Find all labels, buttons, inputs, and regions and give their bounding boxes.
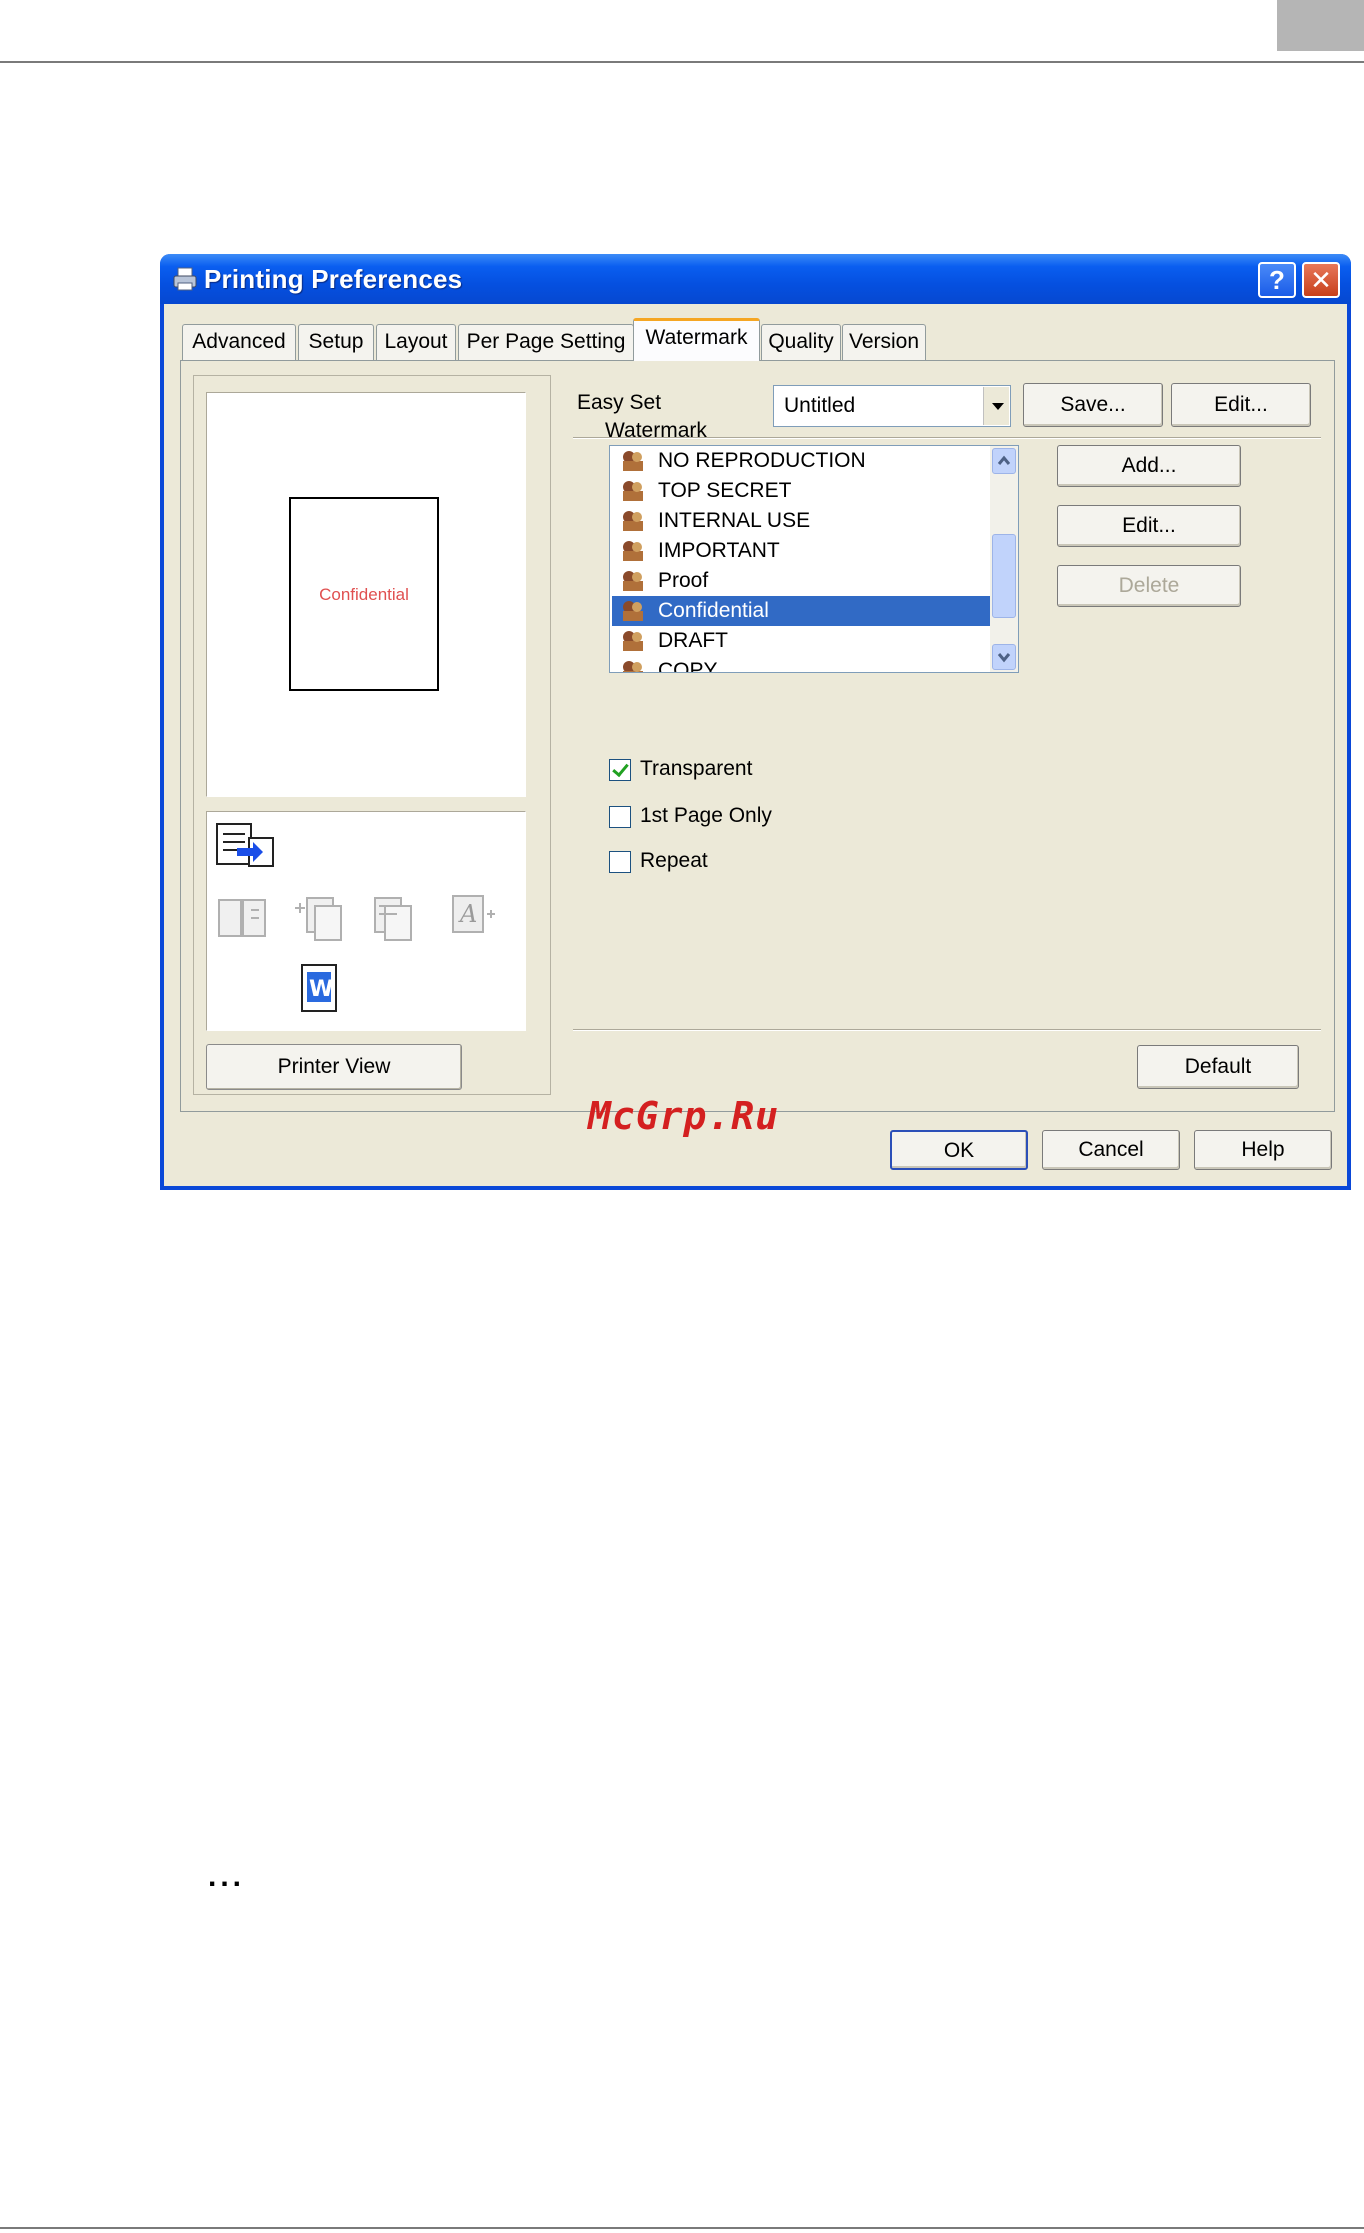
close-icon[interactable]: ✕ — [1302, 262, 1340, 298]
tab-per-page-setting[interactable]: Per Page Setting — [458, 324, 634, 360]
repeat-label: Repeat — [640, 849, 708, 872]
printer-icon — [173, 267, 197, 291]
default-button[interactable]: Default — [1137, 1045, 1299, 1089]
stamp-icon — [623, 541, 643, 561]
list-item[interactable]: IMPORTANT — [612, 536, 990, 566]
page-preview: Confidential — [206, 392, 526, 797]
easy-set-label: Easy Set — [577, 391, 662, 414]
list-item-label: IMPORTANT — [658, 539, 780, 562]
stamp-icon — [623, 631, 643, 651]
list-item-label: Confidential — [658, 599, 769, 622]
preview-watermark-text: Confidential — [319, 585, 409, 604]
list-item[interactable]: Proof — [612, 566, 990, 596]
easy-set-save-button[interactable]: Save... — [1023, 383, 1163, 427]
easy-set-dropdown[interactable]: Untitled — [773, 385, 1011, 427]
list-item[interactable]: INTERNAL USE — [612, 506, 990, 536]
stamp-icon — [623, 481, 643, 501]
list-item[interactable]: DRAFT — [612, 626, 990, 656]
list-item[interactable]: COPY — [612, 656, 990, 673]
list-item-selected[interactable]: Confidential — [612, 596, 990, 626]
list-item-label: DRAFT — [658, 629, 728, 652]
scroll-down-icon[interactable] — [992, 644, 1016, 670]
easy-set-edit-button[interactable]: Edit... — [1171, 383, 1311, 427]
repeat-checkbox[interactable] — [609, 851, 631, 873]
booklet-icon — [218, 899, 266, 937]
list-item[interactable]: NO REPRODUCTION — [612, 446, 990, 476]
stamp-icon — [623, 511, 643, 531]
tab-layout[interactable]: Layout — [376, 324, 456, 360]
watermark-tab-panel: Confidential A W Printer View Easy Set U… — [180, 360, 1335, 1112]
tab-quality[interactable]: Quality — [761, 324, 841, 360]
first-page-only-label: 1st Page Only — [640, 804, 772, 827]
watermark-delete-button[interactable]: Delete — [1057, 565, 1241, 607]
transparent-checkbox[interactable] — [609, 759, 631, 781]
page-insert-icon — [295, 897, 342, 941]
ellipsis-marker: ... — [208, 1860, 246, 1893]
easy-set-selected-value: Untitled — [784, 394, 856, 417]
bottom-rule — [0, 2227, 1364, 2229]
chevron-down-icon — [997, 653, 1011, 663]
scroll-thumb[interactable] — [992, 534, 1016, 618]
tab-watermark[interactable]: Watermark — [633, 318, 760, 361]
vertical-scrollbar[interactable] — [990, 446, 1018, 672]
chevron-down-icon[interactable] — [983, 387, 1009, 425]
title-bar[interactable]: Printing Preferences ? ✕ — [160, 254, 1351, 304]
overlay-a-icon: A — [452, 895, 495, 933]
printing-preferences-dialog: Printing Preferences ? ✕ Advanced Setup … — [160, 254, 1351, 1190]
chevron-up-icon — [997, 455, 1011, 465]
list-item[interactable]: TOP SECRET — [612, 476, 990, 506]
stamp-icon — [623, 571, 643, 591]
printer-view-button[interactable]: Printer View — [206, 1044, 462, 1090]
function-icons-area: A W — [206, 811, 526, 1031]
transparent-label: Transparent — [640, 757, 753, 780]
stamp-icon — [623, 451, 643, 471]
ok-button[interactable]: OK — [890, 1130, 1028, 1170]
list-item-label: COPY — [658, 659, 718, 673]
tab-setup[interactable]: Setup — [298, 324, 374, 360]
list-item-label: INTERNAL USE — [658, 509, 811, 532]
svg-text:A: A — [458, 900, 477, 928]
window-title: Printing Preferences — [204, 264, 463, 294]
tab-version[interactable]: Version — [842, 324, 926, 360]
list-item-label: Proof — [658, 569, 709, 592]
scroll-up-icon[interactable] — [992, 448, 1016, 474]
top-rule — [0, 61, 1364, 63]
site-watermark-logo: McGrp.Ru — [588, 1094, 780, 1138]
preview-group: Confidential A W Printer View — [193, 375, 551, 1095]
printer-output-icon[interactable] — [215, 820, 277, 872]
cancel-button[interactable]: Cancel — [1042, 1130, 1180, 1170]
first-page-only-checkbox[interactable] — [609, 806, 631, 828]
svg-text:W: W — [309, 977, 333, 1002]
corner-tab-block — [1277, 0, 1364, 51]
multi-page-icon — [374, 897, 412, 941]
preview-page: Confidential — [289, 497, 439, 691]
stamp-icon — [623, 601, 643, 621]
help-button[interactable]: Help — [1194, 1130, 1332, 1170]
watermark-group-label: Watermark — [605, 419, 707, 442]
help-icon[interactable]: ? — [1258, 262, 1296, 298]
separator-bottom — [573, 1029, 1321, 1031]
watermark-list[interactable]: NO REPRODUCTION TOP SECRET INTERNAL USE … — [609, 445, 1019, 673]
stamp-icon — [623, 661, 643, 672]
tab-advanced[interactable]: Advanced — [182, 324, 296, 360]
watermark-edit-button[interactable]: Edit... — [1057, 505, 1241, 547]
word-document-icon: W — [301, 964, 337, 1012]
list-item-label: NO REPRODUCTION — [658, 449, 866, 472]
list-item-label: TOP SECRET — [658, 479, 792, 502]
watermark-add-button[interactable]: Add... — [1057, 445, 1241, 487]
